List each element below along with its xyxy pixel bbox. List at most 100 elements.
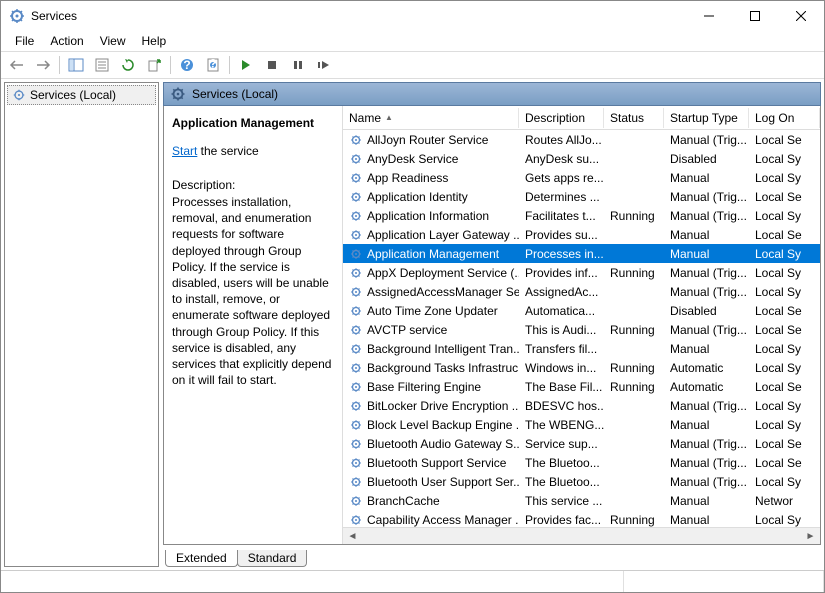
service-row[interactable]: Capability Access Manager ...Provides fa…: [343, 510, 820, 527]
menu-help[interactable]: Help: [134, 32, 175, 50]
menu-action[interactable]: Action: [42, 32, 91, 50]
service-logon: Local Sy: [749, 474, 820, 490]
tab-standard[interactable]: Standard: [237, 550, 308, 567]
service-startup: Manual: [664, 512, 749, 528]
service-row[interactable]: AnyDesk ServiceAnyDesk su...DisabledLoca…: [343, 149, 820, 168]
gear-icon: [349, 494, 363, 508]
tree-root-label: Services (Local): [30, 88, 116, 102]
service-desc: AnyDesk su...: [519, 151, 604, 167]
gear-icon: [349, 266, 363, 280]
restart-service-button[interactable]: [312, 54, 336, 76]
service-status: [604, 158, 664, 160]
help-button[interactable]: ?: [175, 54, 199, 76]
gear-icon: [349, 342, 363, 356]
service-name: Application Layer Gateway ...: [367, 228, 519, 242]
service-row[interactable]: AVCTP serviceThis is Audi...RunningManua…: [343, 320, 820, 339]
service-row[interactable]: Application Layer Gateway ...Provides su…: [343, 225, 820, 244]
column-header-name[interactable]: Name▲: [343, 108, 519, 128]
help-topics-button[interactable]: ?: [201, 54, 225, 76]
maximize-button[interactable]: [732, 1, 778, 31]
service-status: [604, 500, 664, 502]
column-header-logon[interactable]: Log On: [749, 108, 820, 128]
horizontal-scrollbar[interactable]: ◄ ►: [343, 527, 820, 544]
service-desc: Service sup...: [519, 436, 604, 452]
service-logon: Local Se: [749, 455, 820, 471]
selected-service-name: Application Management: [172, 116, 334, 130]
service-row[interactable]: Base Filtering EngineThe Base Fil...Runn…: [343, 377, 820, 396]
console-tree[interactable]: Services (Local): [4, 82, 159, 567]
service-row[interactable]: App ReadinessGets apps re...ManualLocal …: [343, 168, 820, 187]
menu-view[interactable]: View: [92, 32, 134, 50]
tab-extended[interactable]: Extended: [165, 550, 238, 567]
service-row[interactable]: BranchCacheThis service ...ManualNetwor: [343, 491, 820, 510]
service-name: Application Identity: [367, 190, 468, 204]
service-row[interactable]: Application IdentityDetermines ...Manual…: [343, 187, 820, 206]
service-row[interactable]: Bluetooth User Support Ser...The Bluetoo…: [343, 472, 820, 491]
service-startup: Automatic: [664, 379, 749, 395]
column-header-startup[interactable]: Startup Type: [664, 108, 749, 128]
service-row[interactable]: Application ManagementProcesses in...Man…: [343, 244, 820, 263]
service-desc: The Bluetoo...: [519, 474, 604, 490]
service-startup: Manual: [664, 341, 749, 357]
gear-icon: [349, 456, 363, 470]
export-button[interactable]: [142, 54, 166, 76]
gear-icon: [349, 399, 363, 413]
service-row[interactable]: Auto Time Zone UpdaterAutomatica...Disab…: [343, 301, 820, 320]
titlebar: Services: [1, 1, 824, 31]
service-logon: Local Sy: [749, 341, 820, 357]
pause-service-button[interactable]: [286, 54, 310, 76]
scroll-right-arrow[interactable]: ►: [803, 529, 818, 544]
pane-header: Services (Local): [163, 82, 821, 106]
service-logon: Local Se: [749, 227, 820, 243]
service-row[interactable]: Background Tasks Infrastruc...Windows in…: [343, 358, 820, 377]
service-startup: Manual: [664, 246, 749, 262]
minimize-button[interactable]: [686, 1, 732, 31]
list-rows[interactable]: AllJoyn Router ServiceRoutes AllJo...Man…: [343, 130, 820, 527]
close-button[interactable]: [778, 1, 824, 31]
service-desc: The WBENG...: [519, 417, 604, 433]
start-service-link[interactable]: Start: [172, 144, 197, 158]
service-detail-pane: Application Management Start the service…: [164, 106, 343, 544]
service-logon: Local Se: [749, 132, 820, 148]
service-description: Processes installation, removal, and enu…: [172, 194, 334, 388]
tree-root-services-local[interactable]: Services (Local): [7, 85, 156, 105]
service-row[interactable]: Bluetooth Support ServiceThe Bluetoo...M…: [343, 453, 820, 472]
stop-service-button[interactable]: [260, 54, 284, 76]
service-row[interactable]: AppX Deployment Service (...Provides inf…: [343, 263, 820, 282]
service-row[interactable]: Application InformationFacilitates t...R…: [343, 206, 820, 225]
start-service-button[interactable]: [234, 54, 258, 76]
service-name: BranchCache: [367, 494, 440, 508]
service-logon: Networ: [749, 493, 820, 509]
gear-icon: [349, 190, 363, 204]
service-startup: Manual (Trig...: [664, 265, 749, 281]
properties-button[interactable]: [90, 54, 114, 76]
column-header-status[interactable]: Status: [604, 108, 664, 128]
service-row[interactable]: Block Level Backup Engine ...The WBENG..…: [343, 415, 820, 434]
gear-icon: [349, 133, 363, 147]
service-row[interactable]: BitLocker Drive Encryption ...BDESVC hos…: [343, 396, 820, 415]
service-status: [604, 424, 664, 426]
service-name: Background Intelligent Tran...: [367, 342, 519, 356]
gear-icon: [349, 513, 363, 527]
refresh-button[interactable]: [116, 54, 140, 76]
services-list: Name▲ Description Status Startup Type Lo…: [343, 106, 820, 544]
service-status: [604, 234, 664, 236]
show-hide-tree-button[interactable]: [64, 54, 88, 76]
service-row[interactable]: AllJoyn Router ServiceRoutes AllJo...Man…: [343, 130, 820, 149]
back-button[interactable]: [5, 54, 29, 76]
service-row[interactable]: Background Intelligent Tran...Transfers …: [343, 339, 820, 358]
menubar: File Action View Help: [1, 31, 824, 51]
forward-button[interactable]: [31, 54, 55, 76]
column-header-description[interactable]: Description: [519, 108, 604, 128]
scroll-left-arrow[interactable]: ◄: [345, 529, 360, 544]
gear-icon: [349, 361, 363, 375]
service-desc: BDESVC hos...: [519, 398, 604, 414]
service-row[interactable]: Bluetooth Audio Gateway S...Service sup.…: [343, 434, 820, 453]
service-row[interactable]: AssignedAccessManager Se...AssignedAc...…: [343, 282, 820, 301]
service-logon: Local Se: [749, 303, 820, 319]
service-desc: Routes AllJo...: [519, 132, 604, 148]
svg-text:?: ?: [209, 58, 216, 71]
menu-file[interactable]: File: [7, 32, 42, 50]
service-logon: Local Se: [749, 189, 820, 205]
service-status: Running: [604, 379, 664, 395]
